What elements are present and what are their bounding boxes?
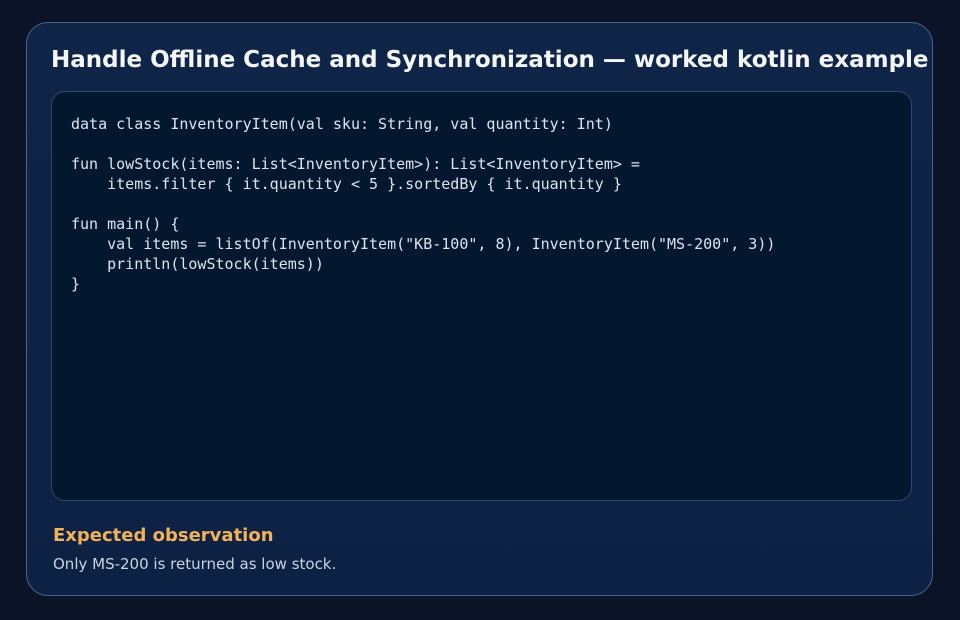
observation-text: Only MS-200 is returned as low stock. [53, 555, 337, 573]
code-content: data class InventoryItem(val sku: String… [71, 115, 776, 293]
observation-heading: Expected observation [53, 525, 274, 546]
example-card: Handle Offline Cache and Synchronization… [26, 22, 933, 596]
card-title: Handle Offline Cache and Synchronization… [51, 47, 929, 73]
code-block: data class InventoryItem(val sku: String… [51, 91, 912, 501]
